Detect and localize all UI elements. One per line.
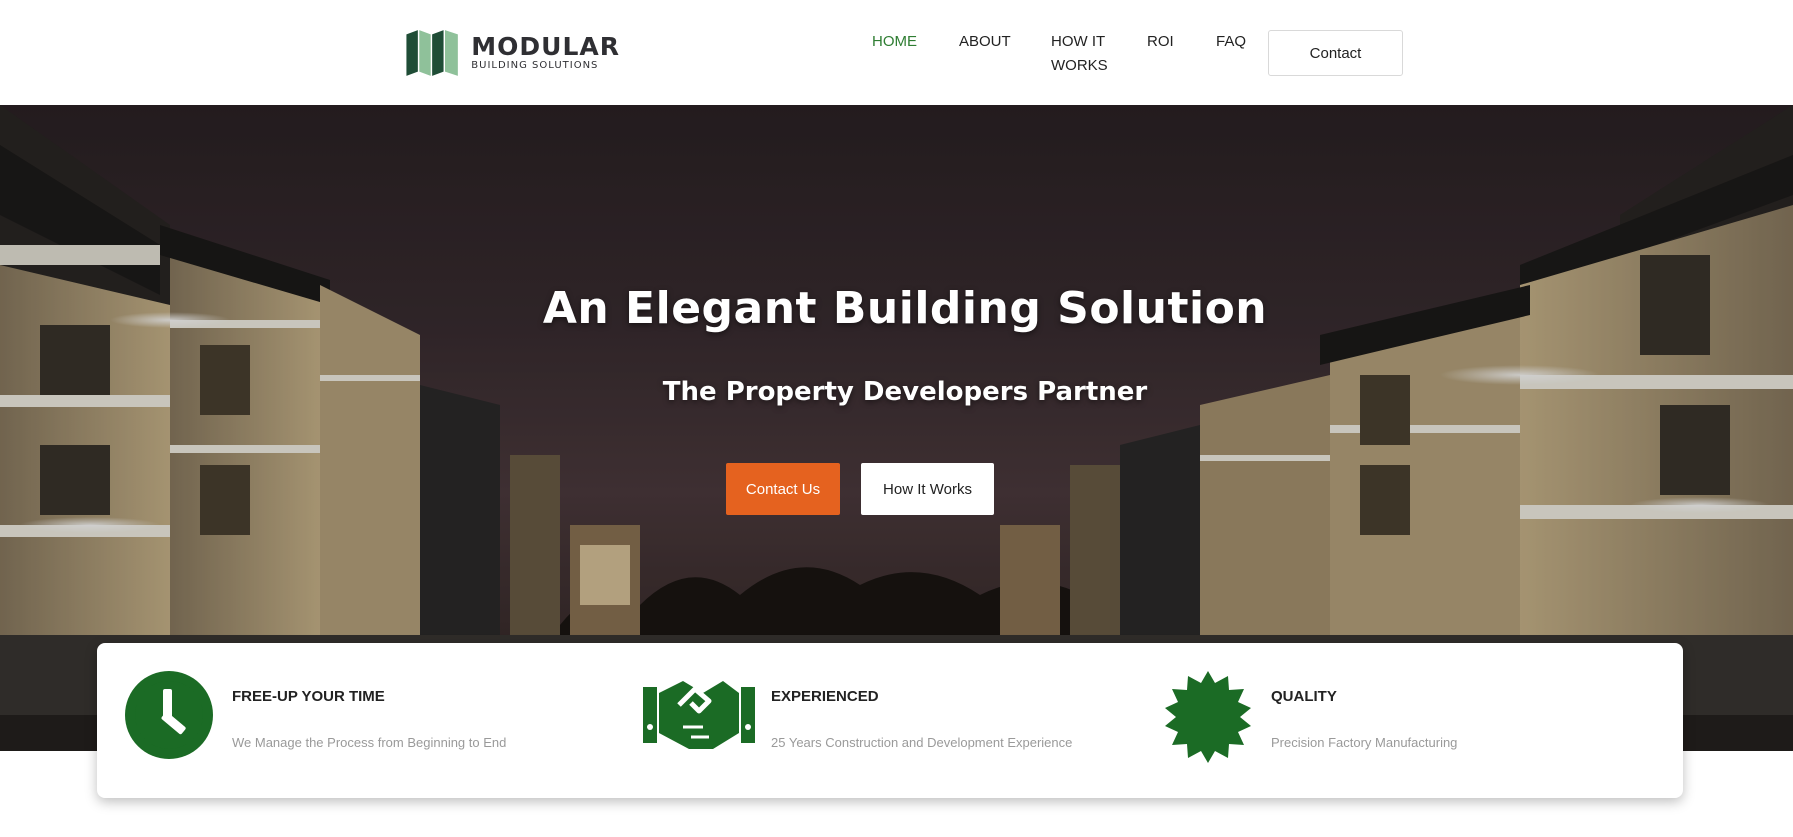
logo[interactable]: MODULAR BUILDING SOLUTIONS	[405, 20, 620, 85]
feature-free-up-time: FREE-UP YOUR TIME We Manage the Process …	[125, 643, 605, 798]
hero-subtitle: The Property Developers Partner	[662, 377, 1148, 407]
handshake-icon	[643, 681, 755, 749]
nav-roi[interactable]: ROI	[1147, 30, 1174, 54]
how-it-works-button[interactable]: How It Works	[861, 463, 994, 515]
feature-description: Precision Factory Manufacturing	[1271, 735, 1458, 750]
nav-how-it-works[interactable]: HOW IT WORKS	[1051, 30, 1121, 78]
feature-title: QUALITY	[1271, 688, 1337, 705]
clock-icon	[125, 671, 213, 759]
nav-faq[interactable]: FAQ	[1216, 30, 1246, 54]
nav-home[interactable]: HOME	[872, 30, 917, 54]
logo-subtitle: BUILDING SOLUTIONS	[471, 59, 599, 71]
contact-us-button[interactable]: Contact Us	[726, 463, 840, 515]
feature-title: EXPERIENCED	[771, 688, 879, 705]
feature-description: We Manage the Process from Beginning to …	[232, 735, 507, 750]
hero-title: An Elegant Building Solution	[542, 283, 1268, 334]
logo-mark-icon	[406, 29, 458, 76]
site-header: MODULAR BUILDING SOLUTIONS HOME ABOUT HO…	[0, 0, 1793, 105]
feature-description: 25 Years Construction and Development Ex…	[771, 735, 1073, 750]
features-card: FREE-UP YOUR TIME We Manage the Process …	[97, 643, 1683, 798]
feature-title: FREE-UP YOUR TIME	[232, 688, 385, 705]
feature-quality: QUALITY Precision Factory Manufacturing	[1162, 643, 1642, 798]
nav-about[interactable]: ABOUT	[959, 30, 1011, 54]
badge-icon	[1165, 671, 1251, 763]
feature-experienced: EXPERIENCED 25 Years Construction and De…	[643, 643, 1163, 798]
logo-title: MODULAR	[471, 31, 620, 61]
nav-contact-button[interactable]: Contact	[1268, 30, 1403, 76]
